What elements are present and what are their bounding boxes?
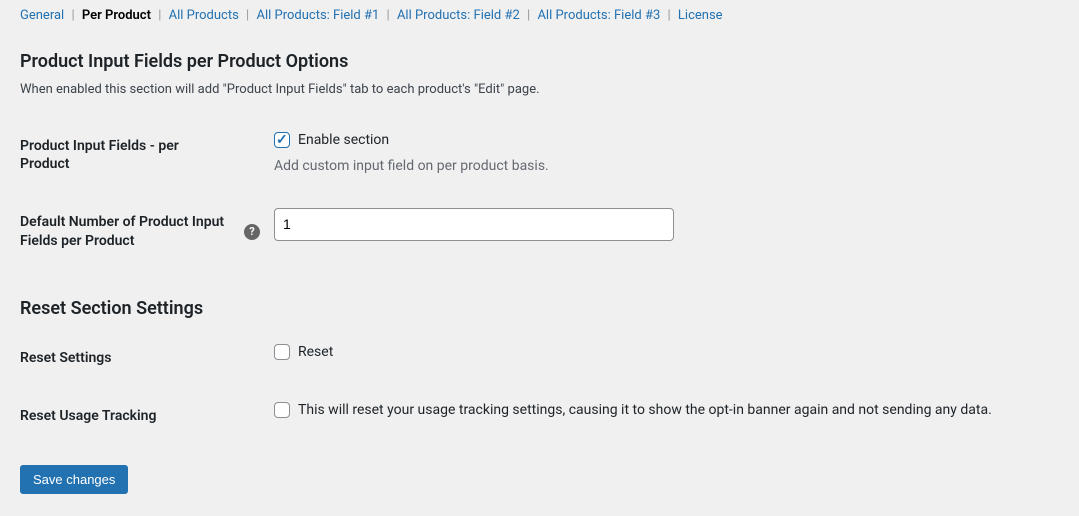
default-number-input[interactable]: [274, 208, 674, 240]
enable-section-checkbox[interactable]: [274, 132, 290, 148]
reset-settings-checkbox[interactable]: [274, 344, 290, 360]
save-button[interactable]: Save changes: [20, 465, 128, 494]
sub-tabs: General | Per Product | All Products | A…: [20, 8, 1059, 23]
tab-per-product[interactable]: Per Product: [82, 8, 151, 23]
reset-usage-label: Reset Usage Tracking: [20, 387, 240, 445]
help-icon[interactable]: ?: [244, 224, 260, 240]
tab-general[interactable]: General: [20, 8, 64, 23]
reset-settings-label: Reset Settings: [20, 329, 240, 387]
reset-usage-checkbox[interactable]: [274, 402, 290, 418]
tab-field-3[interactable]: All Products: Field #3: [537, 8, 660, 23]
reset-section-heading: Reset Section Settings: [20, 298, 1059, 319]
section-description: When enabled this section will add "Prod…: [20, 82, 1059, 97]
reset-usage-checkbox-label: This will reset your usage tracking sett…: [298, 402, 992, 418]
enable-section-description: Add custom input field on per product ba…: [274, 158, 1049, 174]
enable-section-checkbox-label: Enable section: [298, 132, 389, 148]
tab-field-2[interactable]: All Products: Field #2: [397, 8, 520, 23]
tab-license[interactable]: License: [678, 8, 723, 23]
default-number-label: Default Number of Product Input Fields p…: [20, 193, 240, 269]
section-heading: Product Input Fields per Product Options: [20, 51, 1059, 72]
reset-settings-checkbox-label: Reset: [298, 344, 333, 360]
tab-all-products[interactable]: All Products: [169, 8, 239, 23]
enable-section-label: Product Input Fields - per Product: [20, 117, 240, 193]
tab-field-1[interactable]: All Products: Field #1: [256, 8, 379, 23]
